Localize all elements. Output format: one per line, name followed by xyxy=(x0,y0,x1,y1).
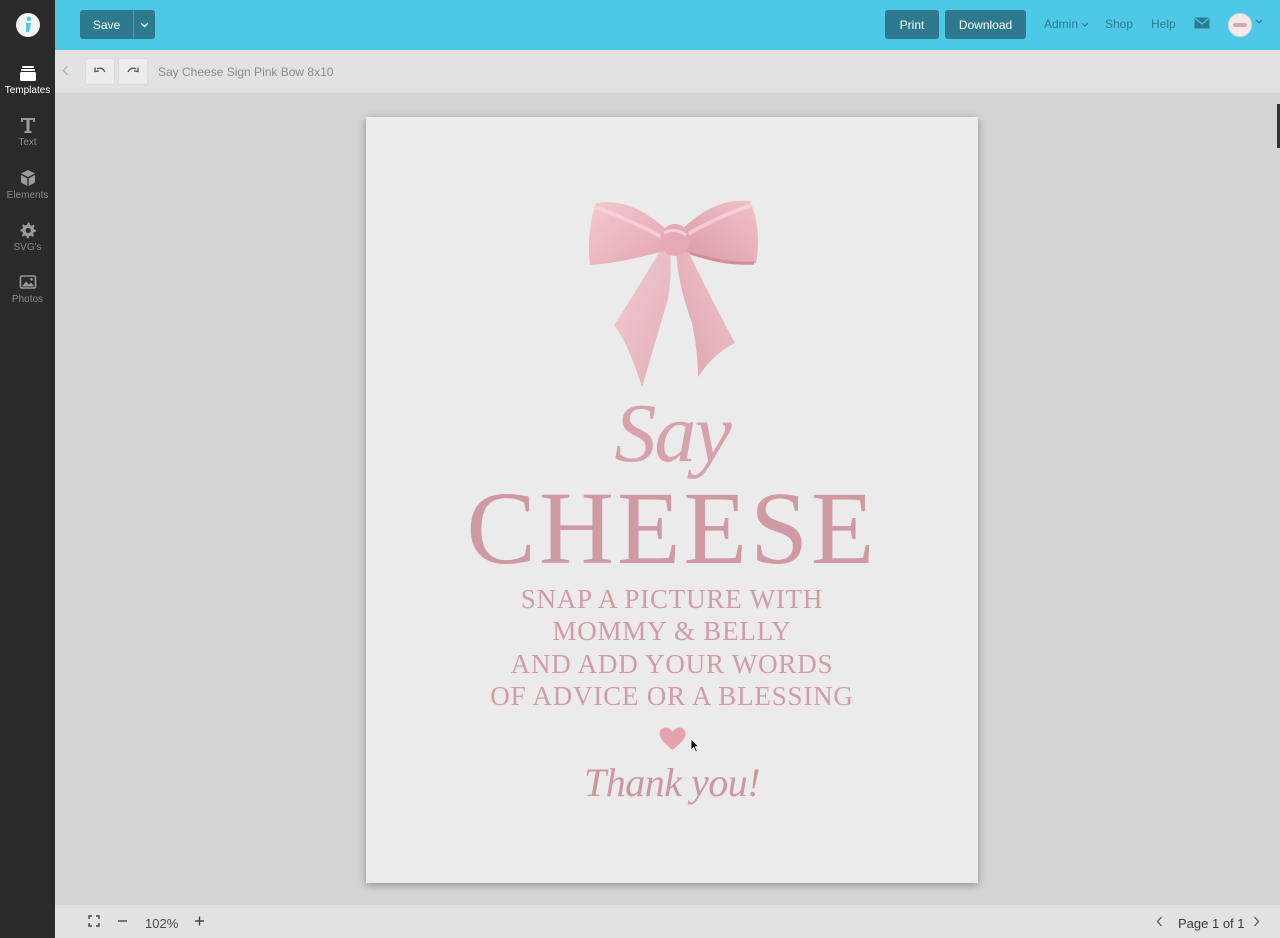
shop-link[interactable]: Shop xyxy=(1105,17,1133,31)
download-button[interactable]: Download xyxy=(945,10,1026,39)
sidebar-item-label: SVG's xyxy=(13,242,42,253)
zoom-out-icon[interactable] xyxy=(117,915,128,927)
page-indicator: Page 1 of 1 xyxy=(1178,916,1245,931)
save-options-button[interactable] xyxy=(133,10,155,39)
document-title: Say Cheese Sign Pink Bow 8x10 xyxy=(158,65,334,79)
message-line-2[interactable]: MOMMY & BELLY xyxy=(366,615,978,648)
message-line-4[interactable]: OF ADVICE OR A BLESSING xyxy=(366,680,978,713)
text-icon xyxy=(20,118,35,133)
redo-button[interactable] xyxy=(118,58,148,85)
undo-button[interactable] xyxy=(85,58,115,85)
thank-you-text[interactable]: Thank you! xyxy=(366,761,978,805)
zoom-in-icon[interactable] xyxy=(194,915,205,927)
layers-icon xyxy=(19,66,36,81)
sidebar-item-label: Photos xyxy=(11,294,44,305)
cheese-heading[interactable]: CHEESE xyxy=(366,477,978,581)
zoom-level: 102% xyxy=(145,916,179,931)
gear-icon xyxy=(19,222,36,239)
app-logo[interactable] xyxy=(0,0,55,50)
save-button[interactable]: Save xyxy=(80,10,133,39)
design-page[interactable]: Say CHEESE SNAP A PICTURE WITH MOMMY & B… xyxy=(366,117,978,883)
chevron-down-icon[interactable] xyxy=(1255,19,1263,24)
message-line-1[interactable]: SNAP A PICTURE WITH xyxy=(366,583,978,616)
help-link[interactable]: Help xyxy=(1151,17,1176,31)
next-page-icon[interactable] xyxy=(1253,916,1260,927)
sidebar-item-elements[interactable]: Elements xyxy=(0,169,55,215)
admin-menu-label: Admin xyxy=(1044,17,1079,31)
bottom-bar: 102% Page 1 of 1 xyxy=(55,905,1280,938)
chevron-down-icon xyxy=(140,22,149,27)
cube-icon xyxy=(20,170,35,186)
sidebar-item-text[interactable]: Text xyxy=(0,116,55,162)
mail-icon[interactable] xyxy=(1194,17,1210,29)
sidebar-item-label: Elements xyxy=(6,190,49,201)
image-icon xyxy=(19,275,36,289)
admin-menu[interactable]: Admin xyxy=(1044,17,1089,31)
avatar[interactable] xyxy=(1228,13,1252,37)
chevron-down-icon xyxy=(1081,22,1089,27)
save-button-group: Save xyxy=(80,10,155,39)
pink-bow-image[interactable] xyxy=(580,193,764,393)
sidebar-item-templates[interactable]: Templates xyxy=(0,64,55,110)
undo-icon xyxy=(94,67,106,73)
avatar-logo-icon xyxy=(1233,23,1247,27)
previous-page-icon[interactable] xyxy=(1156,916,1163,927)
say-heading[interactable]: Say xyxy=(366,389,978,479)
redo-icon xyxy=(127,67,139,73)
logo-icon xyxy=(15,13,40,37)
mouse-cursor-icon xyxy=(690,738,700,753)
message-line-3[interactable]: AND ADD YOUR WORDS xyxy=(366,648,978,681)
top-bar: Save Print Download Admin Shop Help xyxy=(55,0,1280,50)
sidebar-item-photos[interactable]: Photos xyxy=(0,273,55,319)
chevron-left-icon[interactable] xyxy=(62,65,69,76)
fullscreen-icon[interactable] xyxy=(88,915,100,927)
left-sidebar: Templates Text Elements SVG's Photos xyxy=(0,0,55,938)
sidebar-item-svgs[interactable]: SVG's xyxy=(0,221,55,267)
sidebar-item-label: Text xyxy=(18,137,37,148)
heart-icon[interactable] xyxy=(659,727,686,751)
editor-toolbar: Say Cheese Sign Pink Bow 8x10 xyxy=(55,50,1280,93)
sidebar-item-label: Templates xyxy=(4,85,51,96)
print-button[interactable]: Print xyxy=(885,10,939,39)
